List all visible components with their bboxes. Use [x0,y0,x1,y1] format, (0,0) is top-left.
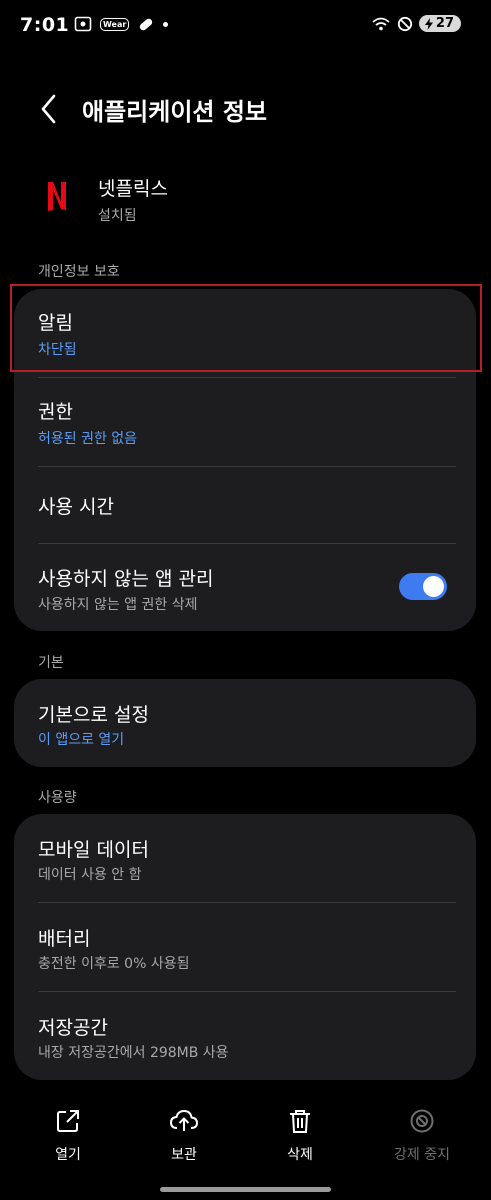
wifi-icon [372,17,390,30]
unused-apps-title: 사용하지 않는 앱 관리 [38,568,214,590]
wear-icon: Wear [100,17,130,31]
battery-level: 27 [435,16,454,31]
storage-title: 저장공간 [38,1017,108,1039]
open-label: 열기 [55,1147,81,1163]
mobile-data-title: 모바일 데이터 [38,839,149,861]
more-notifications-dot [163,21,169,27]
page-title: 애플리케이션 정보 [82,98,267,126]
home-indicator[interactable] [160,1187,331,1192]
battery-indicator: 27 [418,15,461,32]
status-system-icons: 27 [371,15,461,32]
status-notification-icons: Wear [74,16,169,32]
cloud-upload-icon [169,1109,199,1131]
screenshot-icon [74,16,92,32]
back-button[interactable] [38,92,62,126]
unused-apps-subtitle: 사용하지 않는 앱 권한 삭제 [38,597,198,613]
permissions-row[interactable] [14,378,476,466]
archive-label: 보관 [171,1147,197,1163]
usage-time-title: 사용 시간 [38,496,114,518]
permissions-title: 권한 [38,401,73,423]
set-default-title: 기본으로 설정 [38,704,149,726]
battery-subtitle: 충전한 이후로 0% 사용됨 [38,956,190,972]
permissions-value: 허용된 권한 없음 [38,431,138,447]
app-install-status: 설치됨 [98,208,137,224]
section-label-usage: 사용량 [38,790,77,806]
status-time: 7:01 [20,14,70,36]
selection-highlight [10,284,482,372]
charging-bolt-icon [424,17,433,30]
section-label-privacy: 개인정보 보호 [38,264,120,280]
open-button[interactable]: 열기 [18,1108,118,1164]
netflix-logo-icon [48,182,66,211]
trash-icon [290,1110,310,1133]
set-default-value: 이 앱으로 열기 [38,732,125,748]
toggle-knob [423,576,444,597]
storage-subtitle: 내장 저장공간에서 298MB 사용 [38,1045,229,1061]
pill-icon [140,18,153,31]
delete-label: 삭제 [287,1147,313,1163]
app-name: 넷플릭스 [98,178,168,200]
stop-icon [410,1109,434,1133]
section-label-defaults: 기본 [38,655,64,671]
archive-button[interactable]: 보관 [134,1108,234,1164]
force-stop-label: 강제 중지 [394,1147,450,1163]
battery-title: 배터리 [38,928,91,950]
delete-button[interactable]: 삭제 [250,1108,350,1164]
do-not-disturb-icon [397,16,413,31]
force-stop-button[interactable]: 강제 중지 [372,1108,472,1164]
mobile-data-subtitle: 데이터 사용 안 함 [38,867,142,883]
unused-apps-toggle[interactable] [399,573,447,600]
open-external-icon [57,1110,79,1132]
